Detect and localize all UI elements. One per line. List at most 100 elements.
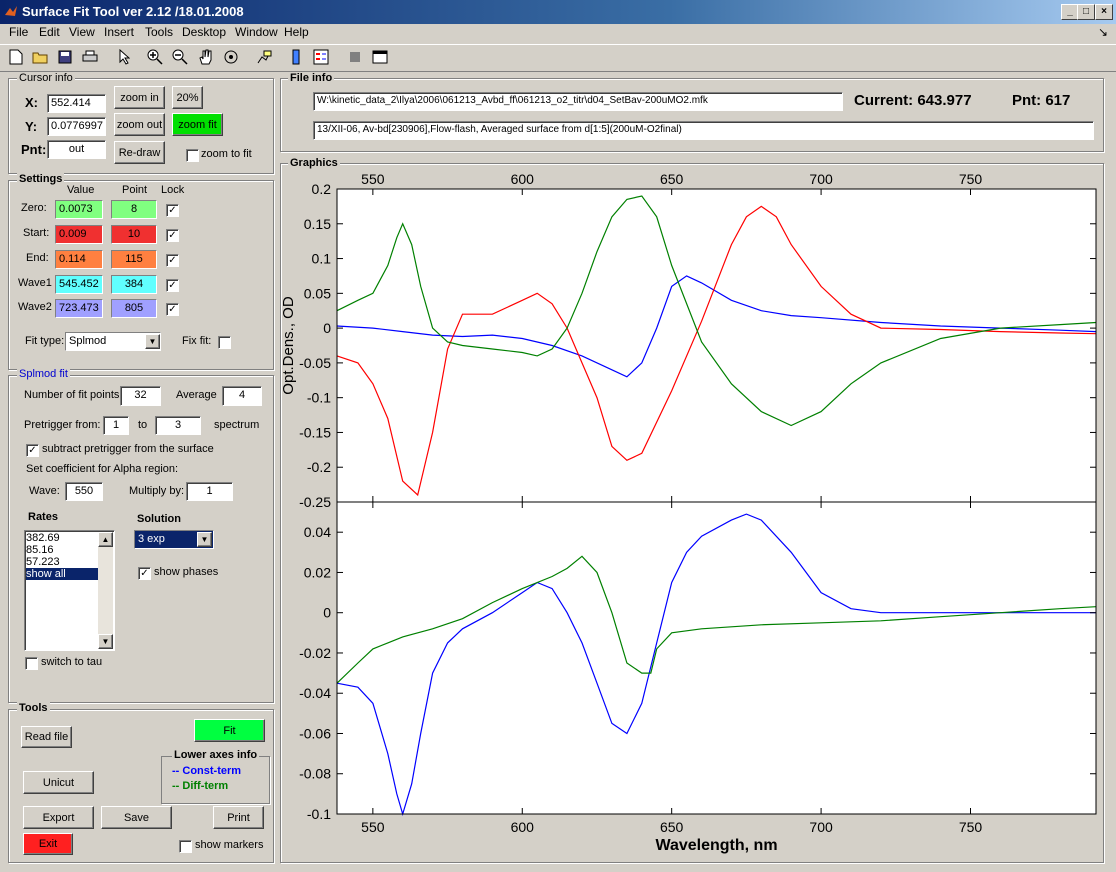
save-button[interactable]: Save [101, 806, 172, 829]
wave1-point-field[interactable]: 384 [111, 275, 157, 294]
new-file-icon[interactable] [5, 46, 27, 68]
start-point-field[interactable]: 10 [111, 225, 157, 244]
close-button[interactable]: × [1095, 4, 1113, 20]
file-info-panel [280, 78, 1104, 152]
zero-value-field[interactable]: 0.0073 [55, 200, 103, 219]
menu-edit[interactable]: Edit [39, 25, 60, 39]
scroll-down-icon[interactable]: ▼ [98, 634, 113, 649]
x-value-field[interactable]: 552.414 [47, 94, 106, 113]
wave2-value-field[interactable]: 723.473 [55, 299, 103, 318]
wave2-label: Wave2 [18, 301, 52, 313]
fit-type-dropdown-icon[interactable]: ▼ [145, 334, 160, 349]
y-value-field[interactable]: 0.0776997 [47, 117, 106, 136]
start-lock-checkbox[interactable]: ✓ [166, 229, 179, 242]
switch-to-tau-checkbox[interactable] [25, 657, 38, 670]
pnt-label: Pnt: [21, 142, 47, 157]
zero-point-field[interactable]: 8 [111, 200, 157, 219]
pan-hand-icon[interactable] [195, 46, 217, 68]
wave1-lock-checkbox[interactable]: ✓ [166, 279, 179, 292]
wave2-point-field[interactable]: 805 [111, 299, 157, 318]
unicut-button[interactable]: Unicut [23, 771, 94, 794]
y-tick-label: -0.2 [307, 459, 331, 475]
file-description-field[interactable]: 13/XII-06, Av-bd[230906],Flow-flash, Ave… [313, 121, 1094, 140]
rates-scrollbar[interactable] [98, 532, 113, 649]
subtract-pretrigger-checkbox[interactable]: ✓ [26, 444, 39, 457]
zoom-in-icon[interactable] [144, 46, 166, 68]
maximize-button[interactable]: □ [1077, 4, 1095, 20]
average-field[interactable]: 4 [222, 386, 262, 406]
end-value-field[interactable]: 0.114 [55, 250, 103, 269]
show-phases-label: show phases [154, 566, 219, 578]
zoom-out-icon[interactable] [169, 46, 191, 68]
show-markers-checkbox[interactable] [179, 840, 192, 853]
menu-window[interactable]: Window [235, 25, 278, 39]
wave1-label: Wave1 [18, 277, 52, 289]
end-lock-checkbox[interactable]: ✓ [166, 254, 179, 267]
zero-lock-checkbox[interactable]: ✓ [166, 204, 179, 217]
data-cursor-icon[interactable] [253, 46, 275, 68]
pretrigger-to-field[interactable]: 3 [155, 416, 201, 435]
y-tick-label: -0.05 [299, 355, 331, 371]
x-tick-label-top: 700 [809, 171, 833, 187]
x-tick-label-top: 600 [511, 171, 535, 187]
rates-label: Rates [28, 511, 58, 523]
file-path-field[interactable]: W:\kinetic_data_2\Ilya\2006\061213_Avbd_… [313, 92, 843, 111]
pnt-value-label: Pnt: 617 [1012, 92, 1071, 109]
menu-view[interactable]: View [69, 25, 95, 39]
graphics-area[interactable]: 550 600 650 700 750 0.2 0.15 0.1 0.05 0 -0.05 -0.1 -… [282, 168, 1100, 858]
menu-desktop[interactable]: Desktop [182, 25, 226, 39]
pretrigger-from-field[interactable]: 1 [103, 416, 129, 435]
menu-file[interactable]: File [9, 25, 28, 39]
zoom-to-fit-label: zoom to fit [201, 148, 252, 160]
alpha-region-label: Set coefficient for Alpha region: [26, 463, 179, 475]
menu-tools[interactable]: Tools [145, 25, 173, 39]
show-phases-checkbox[interactable]: ✓ [138, 567, 151, 580]
y-tick-label: -0.25 [299, 494, 331, 510]
menu-dock-arrow-icon[interactable]: ↘ [1098, 25, 1108, 39]
multiply-field[interactable]: 1 [186, 482, 233, 501]
pnt-value-field[interactable]: out [47, 140, 106, 159]
menu-help[interactable]: Help [284, 25, 309, 39]
zoom-to-fit-checkbox[interactable] [186, 149, 199, 162]
wave1-value-field[interactable]: 545.452 [55, 275, 103, 294]
col-value-header: Value [67, 184, 95, 196]
wave-field[interactable]: 550 [65, 482, 103, 501]
tools-title: Tools [17, 702, 50, 714]
zoom-in-button[interactable]: zoom in [114, 86, 165, 109]
open-folder-icon[interactable] [29, 46, 51, 68]
redraw-button[interactable]: Re-draw [114, 141, 165, 164]
y-tick-label: -0.06 [299, 725, 331, 741]
fix-fit-checkbox[interactable] [218, 336, 231, 349]
print-button[interactable]: Print [213, 806, 264, 829]
nfit-field[interactable]: 32 [120, 386, 161, 406]
read-file-button[interactable]: Read file [21, 726, 72, 748]
menu-insert[interactable]: Insert [104, 25, 134, 39]
zoom-out-button[interactable]: zoom out [114, 113, 165, 136]
fit-button[interactable]: Fit [194, 719, 265, 742]
save-icon[interactable] [54, 46, 76, 68]
print-icon[interactable] [79, 46, 101, 68]
rate-item-selected[interactable]: show all [26, 568, 98, 580]
rotate-3d-icon[interactable] [220, 46, 242, 68]
start-value-field[interactable]: 0.009 [55, 225, 103, 244]
scroll-up-icon[interactable]: ▲ [98, 532, 113, 547]
pointer-icon[interactable] [113, 46, 135, 68]
solution-dropdown-icon[interactable]: ▼ [197, 532, 212, 547]
wave2-lock-checkbox[interactable]: ✓ [166, 303, 179, 316]
legend-icon[interactable] [310, 46, 332, 68]
y-tick-label: 0.15 [304, 216, 331, 232]
zoom-fit-button[interactable]: zoom fit [172, 113, 223, 136]
percent-20-button[interactable]: 20% [172, 86, 203, 109]
y-tick-label: 0.02 [304, 564, 331, 580]
exit-button[interactable]: Exit [23, 833, 73, 855]
lower-axes-info-title: Lower axes info [172, 749, 260, 761]
x-tick-label-top: 650 [660, 171, 684, 187]
y-label: Y: [25, 119, 38, 134]
export-button[interactable]: Export [23, 806, 94, 829]
colorbar-icon[interactable] [285, 46, 307, 68]
hide-tools-icon[interactable] [344, 46, 366, 68]
end-point-field[interactable]: 115 [111, 250, 157, 269]
wave-label: Wave: [29, 485, 60, 497]
show-tools-icon[interactable] [369, 46, 391, 68]
y-tick-label: 0.1 [312, 251, 332, 267]
